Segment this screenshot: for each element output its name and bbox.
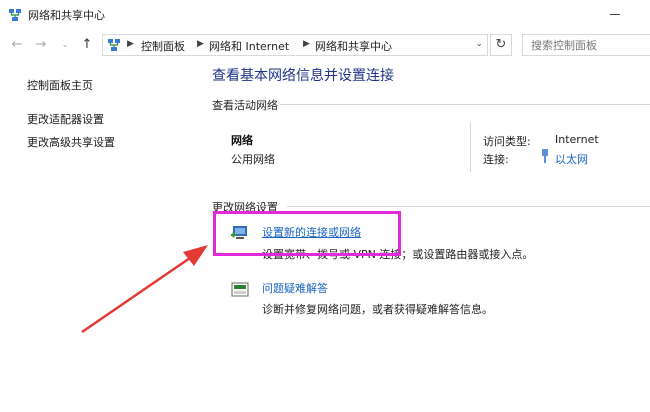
title-bar: 网络和共享中心 — [0, 0, 650, 30]
breadcrumb-network-internet[interactable]: 网络和 Internet — [209, 38, 289, 54]
breadcrumb-network-sharing-center[interactable]: 网络和共享中心 — [315, 38, 392, 54]
ethernet-icon — [542, 149, 548, 163]
network-profile-type: 公用网络 — [231, 153, 275, 166]
up-arrow-icon[interactable]: ↑ — [78, 36, 96, 54]
search-box[interactable] — [522, 34, 650, 56]
section-divider — [280, 104, 650, 105]
ethernet-connection-link[interactable]: 以太网 — [555, 151, 588, 167]
troubleshoot-problems-description: 诊断并修复网络问题，或者获得疑难解答信息。 — [262, 303, 493, 316]
access-type-value: Internet — [555, 133, 599, 146]
network-center-icon — [9, 9, 21, 21]
troubleshoot-problems-link[interactable]: 问题疑难解答 — [262, 280, 328, 296]
sidebar-item-control-panel-home[interactable]: 控制面板主页 — [27, 77, 93, 93]
sidebar-item-change-adapter-settings[interactable]: 更改适配器设置 — [27, 111, 104, 127]
address-bar[interactable]: ▶ 控制面板 ▶ 网络和 Internet ▶ 网络和共享中心 ⌄ — [102, 34, 488, 56]
search-input[interactable] — [531, 35, 650, 55]
section-divider — [287, 206, 650, 207]
vertical-divider — [470, 122, 471, 172]
breadcrumb-separator-icon[interactable]: ▶ — [303, 39, 310, 49]
forward-arrow-icon[interactable]: → — [32, 36, 50, 54]
connection-label: 连接: — [483, 153, 509, 166]
page-title: 查看基本网络信息并设置连接 — [212, 68, 394, 84]
refresh-icon[interactable]: ↻ — [490, 34, 512, 56]
sidebar-item-advanced-sharing-settings[interactable]: 更改高级共享设置 — [27, 134, 115, 150]
window-title: 网络和共享中心 — [28, 9, 105, 22]
address-dropdown-icon[interactable]: ⌄ — [475, 39, 483, 49]
network-name: 网络 — [231, 134, 253, 147]
breadcrumb-separator-icon[interactable]: ▶ — [127, 39, 134, 49]
troubleshoot-icon — [231, 282, 249, 297]
recent-locations-chevron-icon[interactable]: ⌄ — [56, 36, 74, 54]
navigation-bar: ← → ⌄ ↑ ▶ 控制面板 ▶ 网络和 Internet ▶ 网络和共享中心 … — [0, 30, 650, 60]
highlight-box — [213, 211, 401, 256]
breadcrumb-control-panel[interactable]: 控制面板 — [141, 38, 185, 54]
access-type-label: 访问类型: — [483, 135, 531, 148]
breadcrumb-separator-icon[interactable]: ▶ — [197, 39, 204, 49]
control-panel-icon — [108, 39, 120, 51]
back-arrow-icon[interactable]: ← — [8, 36, 26, 54]
active-networks-heading: 查看活动网络 — [212, 99, 278, 112]
minimize-button[interactable] — [610, 14, 620, 15]
